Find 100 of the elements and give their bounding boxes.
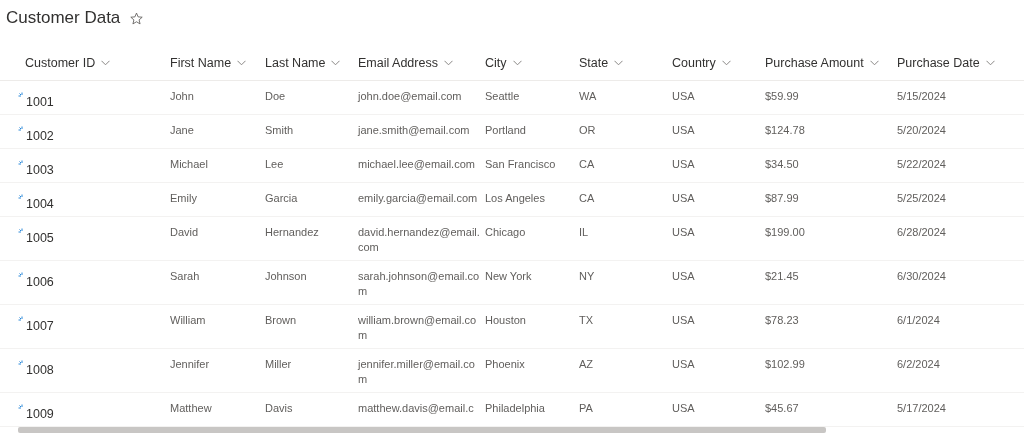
table-cell: Philadelphia: [485, 392, 579, 426]
table-cell: william.brown@email.com: [358, 304, 485, 348]
table-cell-text: 1003: [26, 161, 54, 178]
table-cell: $34.50: [765, 148, 897, 182]
table-cell: New York: [485, 260, 579, 304]
column-header[interactable]: Customer ID: [25, 53, 111, 73]
table-cell-text: 1002: [26, 127, 54, 144]
table-cell: Jane: [170, 114, 265, 148]
table-cell: Seattle: [485, 80, 579, 114]
table-cell: TX: [579, 304, 672, 348]
table-cell: Lee: [265, 148, 358, 182]
table-cell: 5/22/2024: [897, 148, 1024, 182]
table-cell: Brown: [265, 304, 358, 348]
table-cell: USA: [672, 148, 765, 182]
caret-icon: [614, 60, 624, 67]
table-cell: 6/30/2024: [897, 260, 1024, 304]
table-cell: IL: [579, 216, 672, 260]
table-cell: $78.23: [765, 304, 897, 348]
table-cell: Portland: [485, 114, 579, 148]
table-cell: $21.45: [765, 260, 897, 304]
table-cell-text: 1004: [26, 195, 54, 212]
table-cell-text: 1006: [26, 273, 54, 290]
caret-icon: [869, 60, 879, 67]
table-cell: $102.99: [765, 348, 897, 392]
caret-icon: [721, 60, 731, 67]
caret-icon: [237, 60, 247, 67]
table-cell: Houston: [485, 304, 579, 348]
column-header[interactable]: Purchase Amount: [765, 53, 879, 73]
table-cell: Smith: [265, 114, 358, 148]
caret-icon: [512, 60, 522, 67]
table-cell: matthew.davis@email.c: [358, 392, 485, 426]
table-cell: jane.smith@email.com: [358, 114, 485, 148]
table-cell-text: 1001: [26, 93, 54, 110]
table-cell: 6/2/2024: [897, 348, 1024, 392]
table-cell: USA: [672, 304, 765, 348]
table-cell: CA: [579, 148, 672, 182]
table-cell: Michael: [170, 148, 265, 182]
table-cell: 6/1/2024: [897, 304, 1024, 348]
horizontal-scrollbar[interactable]: [18, 426, 826, 433]
table-cell: 5/25/2024: [897, 182, 1024, 216]
table-cell: Matthew: [170, 392, 265, 426]
table-cell: John: [170, 80, 265, 114]
table-cell: Phoenix: [485, 348, 579, 392]
table-cell: $124.78: [765, 114, 897, 148]
table-cell: jennifer.miller@email.com: [358, 348, 485, 392]
table-cell: NY: [579, 260, 672, 304]
table-cell: Sarah: [170, 260, 265, 304]
page-title: Customer Data: [6, 7, 121, 29]
table-cell: Garcia: [265, 182, 358, 216]
table-cell: 5/17/2024: [897, 392, 1024, 426]
table-cell: $87.99: [765, 182, 897, 216]
table-cell-text: 1008: [26, 361, 54, 378]
column-header[interactable]: Last Name: [265, 53, 341, 73]
table-cell: 6/28/2024: [897, 216, 1024, 260]
column-header[interactable]: City: [485, 53, 522, 73]
table-cell: USA: [672, 80, 765, 114]
table-cell-text: 1005: [26, 229, 54, 246]
caret-icon: [101, 60, 111, 67]
table-cell: San Francisco: [485, 148, 579, 182]
caret-icon: [331, 60, 341, 67]
table-cell: michael.lee@email.com: [358, 148, 485, 182]
table-cell-text: 1007: [26, 317, 54, 334]
table-cell: PA: [579, 392, 672, 426]
table-cell: Emily: [170, 182, 265, 216]
table-cell: David: [170, 216, 265, 260]
table-cell: emily.garcia@email.com: [358, 182, 485, 216]
table-cell: USA: [672, 182, 765, 216]
table-cell: Doe: [265, 80, 358, 114]
table-cell: USA: [672, 114, 765, 148]
table-cell: $199.00: [765, 216, 897, 260]
column-header[interactable]: State: [579, 53, 624, 73]
column-header[interactable]: First Name: [170, 53, 247, 73]
column-header[interactable]: Purchase Date: [897, 53, 995, 73]
table-cell: sarah.johnson@email.com: [358, 260, 485, 304]
table-cell: Hernandez: [265, 216, 358, 260]
table-cell: 5/15/2024: [897, 80, 1024, 114]
table-cell: AZ: [579, 348, 672, 392]
table-cell: john.doe@email.com: [358, 80, 485, 114]
table-cell: Johnson: [265, 260, 358, 304]
table-cell: Los Angeles: [485, 182, 579, 216]
table-cell: Miller: [265, 348, 358, 392]
table-cell: Jennifer: [170, 348, 265, 392]
table-cell: WA: [579, 80, 672, 114]
table-cell: William: [170, 304, 265, 348]
table-cell: USA: [672, 260, 765, 304]
table-cell: Chicago: [485, 216, 579, 260]
table-cell: $59.99: [765, 80, 897, 114]
table-cell: david.hernandez@email.com: [358, 216, 485, 260]
table-cell: $45.67: [765, 392, 897, 426]
column-header[interactable]: Country: [672, 53, 731, 73]
favorite-button[interactable]: [128, 10, 146, 26]
table-cell: USA: [672, 392, 765, 426]
table-cell-text: 1009: [26, 405, 54, 422]
caret-icon: [985, 60, 995, 67]
table-cell: CA: [579, 182, 672, 216]
star-icon: [130, 12, 144, 26]
table-cell: OR: [579, 114, 672, 148]
table-cell: USA: [672, 348, 765, 392]
column-header[interactable]: Email Address: [358, 53, 453, 73]
table-cell: Davis: [265, 392, 358, 426]
